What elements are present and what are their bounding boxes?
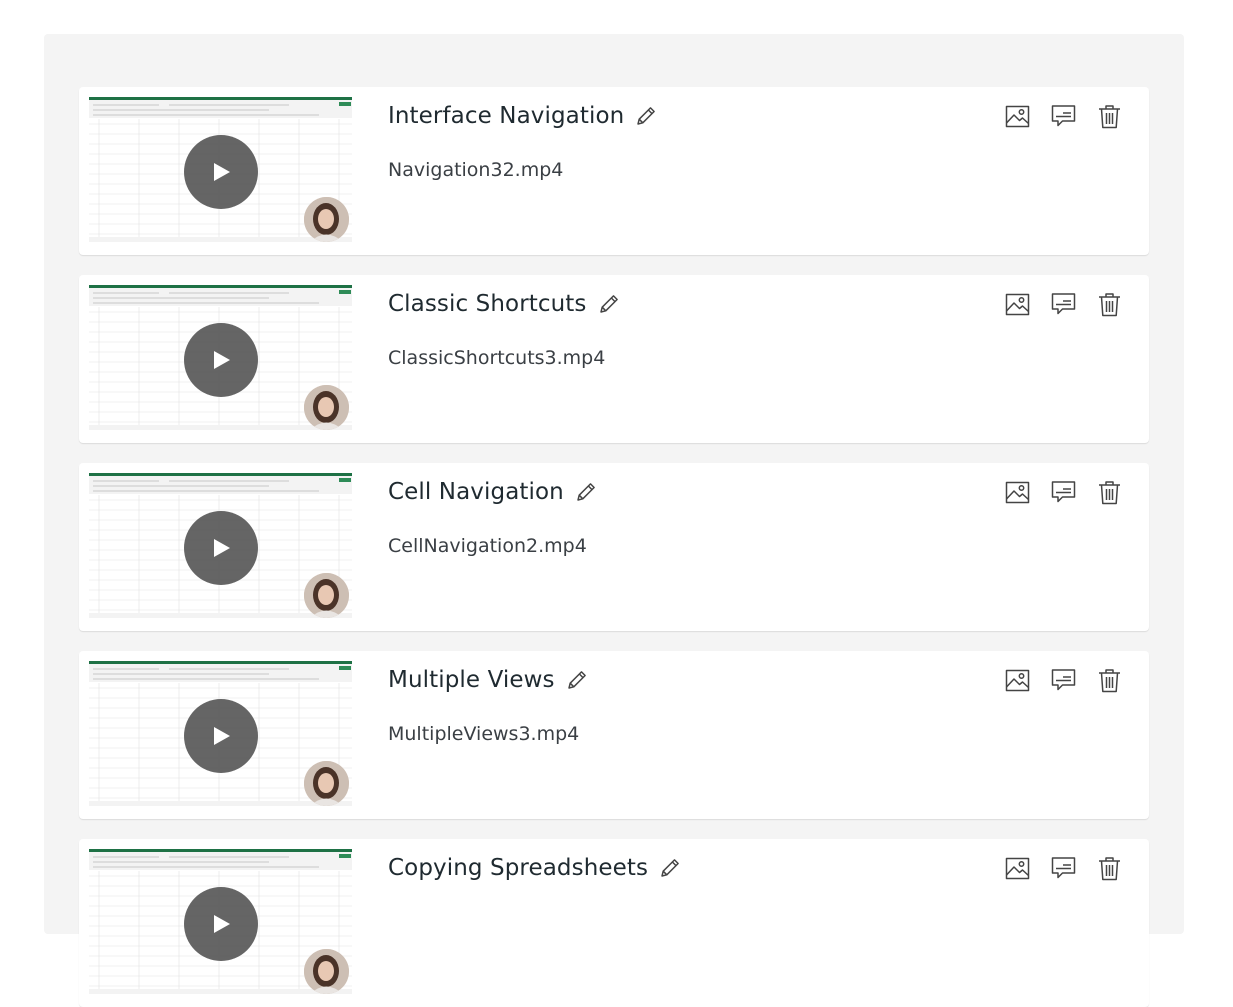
pencil-icon[interactable] <box>597 292 621 316</box>
play-icon <box>214 727 230 745</box>
captions-icon[interactable] <box>1050 667 1077 694</box>
card-actions <box>1004 103 1123 130</box>
video-filename: ClassicShortcuts3.mp4 <box>388 347 606 369</box>
title-row: Multiple Views <box>388 667 589 693</box>
video-thumbnail[interactable] <box>89 661 352 806</box>
video-card: Copying Spreadsheets <box>79 839 1149 1007</box>
pencil-icon[interactable] <box>634 104 658 128</box>
image-icon[interactable] <box>1004 479 1031 506</box>
play-button[interactable] <box>184 135 258 209</box>
video-card: Multiple Views MultipleViews3.mp4 <box>79 651 1149 819</box>
video-thumbnail[interactable] <box>89 473 352 618</box>
title-row: Copying Spreadsheets <box>388 855 682 881</box>
video-title: Copying Spreadsheets <box>388 855 649 881</box>
card-actions <box>1004 855 1123 882</box>
play-button[interactable] <box>184 887 258 961</box>
play-button[interactable] <box>184 699 258 773</box>
play-icon <box>214 539 230 557</box>
trash-icon[interactable] <box>1096 667 1123 694</box>
presenter-avatar <box>304 949 349 994</box>
captions-icon[interactable] <box>1050 291 1077 318</box>
video-filename: Navigation32.mp4 <box>388 159 564 181</box>
presenter-avatar <box>304 385 349 430</box>
card-actions <box>1004 479 1123 506</box>
captions-icon[interactable] <box>1050 855 1077 882</box>
video-title: Classic Shortcuts <box>388 291 587 317</box>
video-card: Cell Navigation CellNavigation2.mp4 <box>79 463 1149 631</box>
trash-icon[interactable] <box>1096 855 1123 882</box>
video-list-panel: Interface Navigation Navigation32.mp4 Cl… <box>44 34 1184 1007</box>
video-thumbnail[interactable] <box>89 285 352 430</box>
pencil-icon[interactable] <box>658 856 682 880</box>
title-row: Cell Navigation <box>388 479 598 505</box>
pencil-icon[interactable] <box>565 668 589 692</box>
title-row: Interface Navigation <box>388 103 658 129</box>
video-filename: CellNavigation2.mp4 <box>388 535 587 557</box>
pencil-icon[interactable] <box>574 480 598 504</box>
presenter-avatar <box>304 573 349 618</box>
video-card: Interface Navigation Navigation32.mp4 <box>79 87 1149 255</box>
video-thumbnail[interactable] <box>89 849 352 994</box>
card-actions <box>1004 667 1123 694</box>
captions-icon[interactable] <box>1050 103 1077 130</box>
image-icon[interactable] <box>1004 855 1031 882</box>
play-button[interactable] <box>184 323 258 397</box>
image-icon[interactable] <box>1004 667 1031 694</box>
trash-icon[interactable] <box>1096 479 1123 506</box>
trash-icon[interactable] <box>1096 291 1123 318</box>
image-icon[interactable] <box>1004 291 1031 318</box>
presenter-avatar <box>304 761 349 806</box>
trash-icon[interactable] <box>1096 103 1123 130</box>
play-icon <box>214 351 230 369</box>
title-row: Classic Shortcuts <box>388 291 621 317</box>
captions-icon[interactable] <box>1050 479 1077 506</box>
video-title: Cell Navigation <box>388 479 564 505</box>
video-title: Interface Navigation <box>388 103 625 129</box>
play-button[interactable] <box>184 511 258 585</box>
video-card: Classic Shortcuts ClassicShortcuts3.mp4 <box>79 275 1149 443</box>
presenter-avatar <box>304 197 349 242</box>
video-thumbnail[interactable] <box>89 97 352 242</box>
image-icon[interactable] <box>1004 103 1031 130</box>
play-icon <box>214 915 230 933</box>
card-actions <box>1004 291 1123 318</box>
play-icon <box>214 163 230 181</box>
video-title: Multiple Views <box>388 667 555 693</box>
video-filename: MultipleViews3.mp4 <box>388 723 580 745</box>
